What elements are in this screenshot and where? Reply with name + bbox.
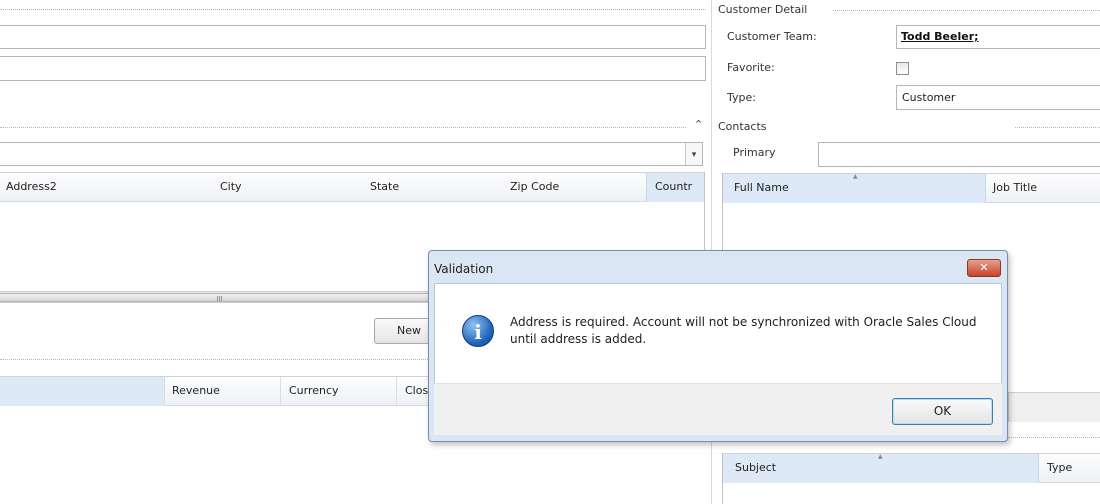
full-name-header-cell[interactable]: Full Name ▲ xyxy=(723,173,986,203)
customer-team-value[interactable]: Todd Beeler; xyxy=(901,30,979,43)
column-header-country: Countr xyxy=(655,180,693,193)
section-divider-top xyxy=(0,9,706,10)
activities-grid-header: Subject ▲ Type xyxy=(723,453,1100,483)
type-field[interactable]: Customer xyxy=(896,85,1100,110)
contacts-divider xyxy=(1015,127,1100,128)
section-divider-lower xyxy=(0,359,440,360)
customer-team-field[interactable]: Todd Beeler; xyxy=(896,25,1100,49)
column-header-revenue[interactable]: Revenue xyxy=(172,377,220,405)
close-icon: ✕ xyxy=(979,261,989,274)
information-glyph: i xyxy=(474,320,482,344)
activities-panel-edge xyxy=(1008,392,1100,422)
contacts-grid: Full Name ▲ Job Title xyxy=(722,173,1100,253)
address-combo[interactable]: ▾ xyxy=(0,142,703,166)
column-header-currency[interactable]: Currency xyxy=(289,377,339,405)
new-button-label: New xyxy=(397,324,421,337)
address-grid-header: Address2 City State Zip Code Countr xyxy=(0,172,704,202)
column-header-type[interactable]: Type xyxy=(1047,454,1072,482)
customer-detail-divider xyxy=(833,10,1100,11)
information-icon: i xyxy=(462,315,494,347)
column-header-country-cell[interactable]: Countr xyxy=(646,173,704,202)
column-header-address2[interactable]: Address2 xyxy=(6,173,57,201)
activities-divider xyxy=(1008,437,1100,438)
address-combo-button[interactable]: ▾ xyxy=(685,143,702,165)
primary-contact-label: Primary xyxy=(733,146,776,159)
type-label: Type: xyxy=(727,91,756,104)
column-header-full-name: Full Name xyxy=(734,181,789,194)
column-header-city[interactable]: City xyxy=(220,173,242,201)
column-separator xyxy=(396,377,397,405)
dialog-close-button[interactable]: ✕ xyxy=(967,259,1001,277)
section-divider-middle xyxy=(0,127,686,128)
contacts-grid-header: Full Name ▲ Job Title xyxy=(723,173,1100,203)
dialog-title: Validation xyxy=(434,262,494,276)
favorite-label: Favorite: xyxy=(727,61,775,74)
column-header-state[interactable]: State xyxy=(370,173,399,201)
sort-ascending-icon: ▲ xyxy=(878,453,883,460)
dialog-message: Address is required. Account will not be… xyxy=(510,315,977,346)
contacts-title: Contacts xyxy=(718,120,767,133)
validation-dialog: Validation ✕ i Address is required. Acco… xyxy=(428,250,1008,442)
secondary-field[interactable] xyxy=(0,56,706,81)
opportunities-selected-column[interactable] xyxy=(0,377,164,406)
column-header-subject: Subject xyxy=(735,461,777,474)
ok-button[interactable]: OK xyxy=(892,398,993,425)
column-header-job-title[interactable]: Job Title xyxy=(993,174,1037,202)
address-grid-scrollbar[interactable]: III xyxy=(0,291,440,303)
customer-detail-title: Customer Detail xyxy=(718,3,808,16)
column-separator xyxy=(164,377,165,405)
customer-team-label: Customer Team: xyxy=(727,30,817,43)
ok-button-label: OK xyxy=(933,404,952,418)
dialog-body: i Address is required. Account will not … xyxy=(434,283,1002,383)
scrollbar-thumb[interactable]: III xyxy=(0,293,440,303)
primary-contact-field[interactable] xyxy=(818,142,1100,167)
dropdown-icon: ▾ xyxy=(691,150,697,160)
type-value[interactable]: Customer xyxy=(902,91,955,104)
opportunities-grid-header: Revenue Currency Clos xyxy=(0,376,440,406)
scrollbar-grip: III xyxy=(216,295,223,303)
favorite-checkbox[interactable] xyxy=(896,62,909,75)
subject-header-cell[interactable]: Subject ▲ xyxy=(723,453,1039,483)
dialog-footer: OK xyxy=(434,383,1002,435)
column-header-zip-code[interactable]: Zip Code xyxy=(510,173,559,201)
collapse-icon[interactable]: ⌃ xyxy=(694,118,703,131)
column-header-close-date[interactable]: Clos xyxy=(405,377,428,405)
activities-grid: Subject ▲ Type xyxy=(722,453,1100,504)
column-separator xyxy=(280,377,281,405)
name-field[interactable] xyxy=(0,25,706,49)
sort-ascending-icon: ▲ xyxy=(853,173,858,180)
